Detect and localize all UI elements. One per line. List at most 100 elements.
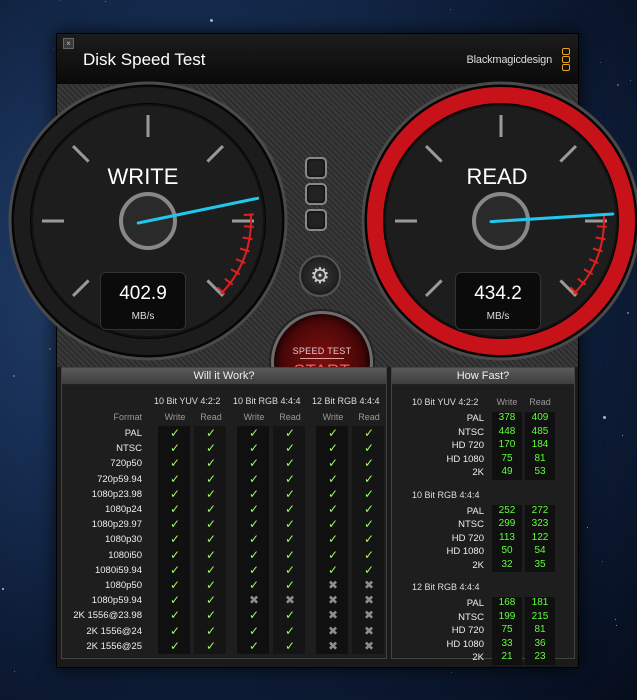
check-icon: ✓ [284, 426, 296, 440]
check-icon: ✓ [327, 441, 339, 456]
write-column-header: Write [164, 412, 186, 422]
check-icon: ✓ [169, 456, 181, 471]
check-icon: ✓ [363, 456, 375, 471]
write-speed-value: 21 [501, 651, 513, 662]
app-window: × Disk Speed Test Blackmagicdesign WRITE… [8, 33, 637, 668]
check-icon: ✓ [169, 532, 181, 547]
write-speed-value: 168 [498, 597, 516, 608]
format-row-label: PAL [466, 505, 484, 517]
check-icon: ✓ [169, 562, 181, 577]
write-speed-value: 299 [498, 518, 516, 529]
close-icon[interactable]: × [63, 38, 74, 49]
write-column-header: Write [496, 397, 518, 407]
read-speed-value: 53 [534, 466, 546, 477]
write-label: WRITE [107, 164, 179, 189]
format-row-label: NTSC [458, 611, 484, 623]
check-icon: ✓ [363, 517, 375, 532]
check-icon: ✓ [327, 471, 339, 486]
format-row-label: HD 1080 [446, 453, 485, 465]
mode-button-2[interactable] [305, 183, 327, 205]
star [52, 47, 54, 49]
how-fast-title: How Fast? [392, 368, 574, 385]
cross-icon: ✖ [363, 638, 375, 653]
check-icon: ✓ [248, 532, 260, 547]
cross-icon: ✖ [363, 593, 375, 608]
check-icon: ✓ [363, 532, 375, 547]
write-speed-value: 50 [501, 545, 513, 556]
check-icon: ✓ [205, 486, 217, 501]
read-speed-value: 323 [531, 518, 549, 529]
check-icon: ✓ [248, 547, 260, 562]
format-row-label: PAL [466, 598, 484, 609]
format-row-label: 720p50 [110, 458, 142, 470]
settings-gear-icon[interactable]: ⚙ [299, 255, 341, 297]
format-row-label: HD 720 [451, 440, 484, 451]
check-icon: ✓ [248, 578, 260, 592]
check-icon: ✓ [169, 426, 181, 440]
format-row-label: 720p59.94 [97, 473, 142, 485]
will-it-work-panel: Will it Work? 10 Bit YUV 4:2:2 10 Bit RGB… [61, 367, 387, 659]
window-title: Disk Speed Test [83, 50, 206, 69]
write-speed-value: 448 [498, 425, 516, 437]
format-row-label: 2K 1556@24 [86, 625, 142, 637]
cross-icon: ✖ [327, 578, 339, 592]
read-speed-value: 485 [531, 425, 549, 437]
format-row-label: 2K 1556@25 [86, 640, 142, 652]
check-icon: ✓ [169, 517, 181, 532]
check-icon: ✓ [205, 623, 217, 638]
start-button-subtitle: SPEED TEST [292, 346, 352, 356]
will-it-work-title: Will it Work? [62, 368, 386, 385]
check-icon: ✓ [248, 517, 260, 532]
star [13, 375, 16, 378]
mode-button-3[interactable] [305, 209, 327, 231]
write-speed-value: 75 [501, 624, 513, 635]
check-icon: ✓ [284, 623, 296, 638]
star [59, 0, 61, 2]
check-icon: ✓ [205, 441, 217, 456]
star [601, 561, 603, 563]
star [599, 62, 601, 64]
format-row-label: 2K [472, 467, 484, 478]
star [449, 9, 451, 11]
read-label: READ [466, 164, 528, 189]
group-header: 10 Bit YUV 4:2:2 [412, 397, 479, 407]
check-icon: ✓ [284, 562, 296, 577]
group-header: 10 Bit RGB 4:4:4 [412, 489, 480, 500]
cross-icon: ✖ [327, 638, 339, 653]
write-speed-value: 33 [501, 637, 513, 649]
format-row-label: HD 720 [451, 532, 484, 544]
star [615, 624, 617, 626]
start-divider [300, 358, 344, 359]
cross-icon: ✖ [363, 608, 375, 623]
check-icon: ✓ [327, 547, 339, 562]
format-row-label: 1080i59.94 [94, 564, 142, 576]
check-icon: ✓ [284, 441, 296, 456]
check-icon: ✓ [169, 441, 181, 456]
check-icon: ✓ [327, 456, 339, 471]
gauge-red-tick [596, 225, 607, 228]
cross-icon: ✖ [327, 608, 339, 623]
check-icon: ✓ [327, 562, 339, 577]
format-row-label: HD 1080 [446, 638, 485, 650]
read-speed-value: 81 [534, 624, 546, 635]
read-speed-value: 35 [534, 558, 546, 570]
group-header: 10 Bit YUV 4:2:2 [154, 396, 221, 406]
title-bar: × Disk Speed Test Blackmagicdesign [57, 34, 578, 85]
check-icon: ✓ [284, 456, 296, 471]
star [1, 588, 4, 591]
star [104, 0, 106, 2]
mode-button-1[interactable] [305, 157, 327, 179]
read-speed-value: 54 [534, 545, 546, 556]
write-column-header: Write [243, 412, 265, 422]
group-header: 12 Bit RGB 4:4:4 [312, 396, 380, 406]
read-speed-value: 272 [531, 504, 549, 516]
check-icon: ✓ [284, 517, 296, 532]
star [13, 670, 15, 672]
check-icon: ✓ [248, 486, 260, 501]
format-row-label: NTSC [458, 519, 484, 530]
check-icon: ✓ [205, 502, 217, 516]
format-row-label: PAL [466, 413, 484, 424]
gauge-area: WRITE READ 402.9 MB/s 434.2 MB/s ⚙ SPEED… [8, 81, 637, 413]
check-icon: ✓ [363, 426, 375, 440]
format-row-label: 2K [472, 652, 484, 663]
